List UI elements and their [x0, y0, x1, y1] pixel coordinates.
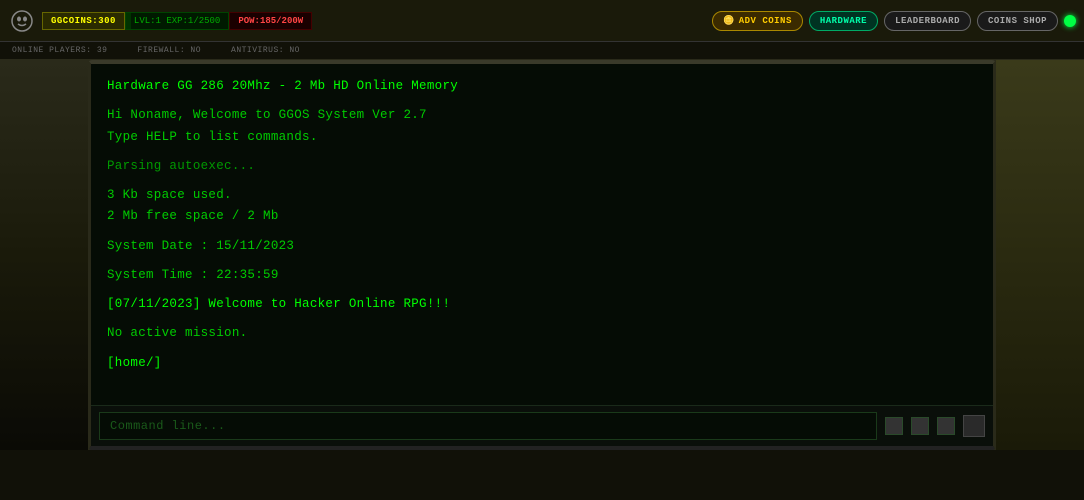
cmd-btn-1[interactable] [885, 417, 903, 435]
terminal-line-8: 3 Kb space used. [107, 185, 977, 206]
exp-display: LVL:1 EXP:1/2500 [125, 12, 229, 30]
adv-coins-button[interactable]: 🪙ADV COINS [712, 11, 803, 31]
command-input[interactable] [99, 412, 877, 440]
firewall-label: FIREWALL: NO [137, 46, 201, 55]
command-line-area [91, 405, 993, 446]
leaderboard-button[interactable]: LEADERBOARD [884, 11, 971, 31]
deco-left [0, 60, 88, 450]
terminal-blank-6 [107, 286, 977, 294]
antivirus-label: ANTIVIRUS: NO [231, 46, 300, 55]
ggcoins-display: GGCOINS:300 [42, 12, 125, 30]
cmd-btn-fullscreen[interactable] [963, 415, 985, 437]
terminal-blank-4 [107, 228, 977, 236]
sub-status-bar: ONLINE PLAYERS: 39 FIREWALL: NO ANTIVIRU… [0, 42, 1084, 60]
terminal-line-13: System Time : 22:35:59 [107, 265, 977, 286]
terminal-blank-2 [107, 148, 977, 156]
online-players-label: ONLINE PLAYERS: 39 [12, 46, 107, 55]
terminal-line-9: 2 Mb free space / 2 Mb [107, 206, 977, 227]
stats-bar: GGCOINS:300 LVL:1 EXP:1/2500 POW:185/200… [42, 12, 312, 30]
terminal-line-6: Parsing autoexec... [107, 156, 977, 177]
cmd-btn-2[interactable] [911, 417, 929, 435]
terminal-line-4: Type HELP to list commands. [107, 127, 977, 148]
coins-shop-button[interactable]: COINS SHOP [977, 11, 1058, 31]
terminal-line-19: [home/] [107, 353, 977, 374]
terminal-line-15: [07/11/2023] Welcome to Hacker Online RP… [107, 294, 977, 315]
terminal-blank-1 [107, 97, 977, 105]
terminal-line-1: Hardware GG 286 20Mhz - 2 Mb HD Online M… [107, 76, 977, 97]
terminal-line-11: System Date : 15/11/2023 [107, 236, 977, 257]
deco-right [996, 60, 1084, 450]
terminal-line-3: Hi Noname, Welcome to GGOS System Ver 2.… [107, 105, 977, 126]
online-status-dot [1064, 15, 1076, 27]
terminal-blank-8 [107, 345, 977, 353]
terminal-line-17: No active mission. [107, 323, 977, 344]
terminal-screen: Hardware GG 286 20Mhz - 2 Mb HD Online M… [91, 64, 993, 405]
terminal-container: Hardware GG 286 20Mhz - 2 Mb HD Online M… [88, 60, 996, 450]
pow-display: POW:185/200W [229, 12, 312, 30]
hardware-button[interactable]: HARDWARE [809, 11, 878, 31]
terminal-blank-5 [107, 257, 977, 265]
terminal-blank-3 [107, 177, 977, 185]
cmd-btn-3[interactable] [937, 417, 955, 435]
logo-icon [8, 7, 36, 35]
terminal-blank-7 [107, 315, 977, 323]
bottom-bar [0, 450, 1084, 500]
top-bar: GGCOINS:300 LVL:1 EXP:1/2500 POW:185/200… [0, 0, 1084, 42]
